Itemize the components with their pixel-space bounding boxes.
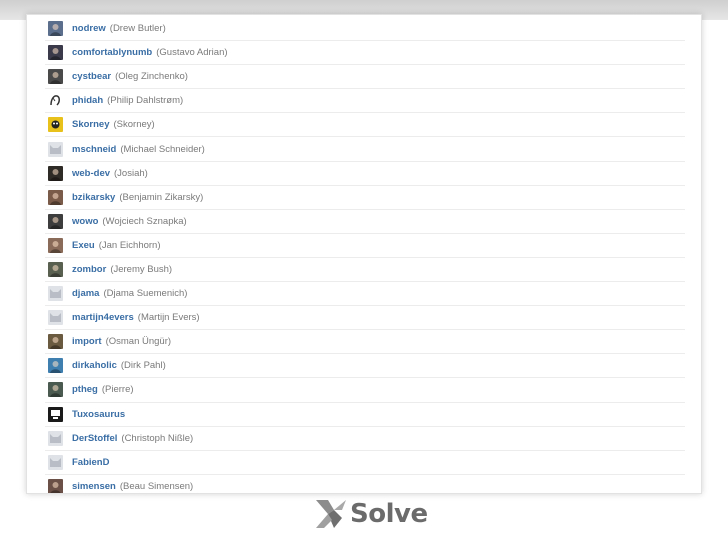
avatar[interactable] bbox=[48, 286, 63, 302]
real-name: (Dirk Pahl) bbox=[120, 360, 166, 372]
avatar[interactable] bbox=[48, 454, 63, 470]
real-name: (Beau Simensen) bbox=[119, 480, 194, 492]
username-link[interactable]: simensen bbox=[72, 481, 116, 492]
real-name: (Djama Suemenich) bbox=[103, 288, 188, 300]
username-link[interactable]: cystbear bbox=[72, 71, 111, 82]
username-link[interactable]: Skorney bbox=[72, 119, 110, 130]
user-row: DerStoffel (Christoph Nißle) bbox=[45, 427, 685, 451]
solve-logo-text: Solve bbox=[350, 499, 428, 529]
avatar[interactable] bbox=[48, 189, 63, 205]
avatar[interactable] bbox=[48, 141, 63, 157]
real-name: (Gustavo Adrian) bbox=[156, 47, 228, 59]
username-link[interactable]: DerStoffel bbox=[72, 433, 117, 444]
real-name: (Wojciech Sznapka) bbox=[102, 215, 187, 227]
username-link[interactable]: web-dev bbox=[72, 168, 110, 179]
avatar[interactable] bbox=[48, 21, 63, 37]
username-link[interactable]: bzikarsky bbox=[72, 192, 115, 203]
username-link[interactable]: comfortablynumb bbox=[72, 47, 152, 58]
solve-x-mark-icon bbox=[316, 500, 346, 528]
user-row: wowo (Wojciech Sznapka) bbox=[45, 210, 685, 234]
username-link[interactable]: ptheg bbox=[72, 384, 98, 395]
user-row: Tuxosaurus bbox=[45, 403, 685, 427]
avatar[interactable] bbox=[48, 261, 63, 277]
username-link[interactable]: djama bbox=[72, 288, 99, 299]
real-name: (Christoph Nißle) bbox=[121, 432, 194, 444]
user-row: FabienD bbox=[45, 451, 685, 475]
username-link[interactable]: zombor bbox=[72, 264, 106, 275]
real-name: (Pierre) bbox=[101, 384, 134, 396]
real-name: (Philip Dahlstrøm) bbox=[107, 95, 184, 107]
avatar[interactable] bbox=[48, 358, 63, 374]
username-link[interactable]: FabienD bbox=[72, 457, 109, 468]
username-link[interactable]: Exeu bbox=[72, 240, 95, 251]
avatar[interactable] bbox=[48, 69, 63, 85]
username-link[interactable]: martijn4evers bbox=[72, 312, 134, 323]
avatar[interactable] bbox=[48, 237, 63, 253]
user-row: import (Osman Üngür) bbox=[45, 330, 685, 355]
real-name: (Benjamin Zikarsky) bbox=[119, 191, 204, 203]
user-row: nodrew (Drew Butler) bbox=[45, 17, 685, 42]
real-name: (Osman Üngür) bbox=[105, 336, 172, 348]
real-name: (Michael Schneider) bbox=[120, 143, 205, 155]
real-name: (Oleg Zinchenko) bbox=[115, 71, 188, 83]
username-link[interactable]: phidah bbox=[72, 95, 103, 106]
user-row: simensen (Beau Simensen) bbox=[45, 475, 685, 493]
avatar[interactable] bbox=[48, 382, 63, 398]
real-name: (Skorney) bbox=[113, 119, 155, 131]
real-name: (Jan Eichhorn) bbox=[98, 239, 161, 251]
user-row: comfortablynumb (Gustavo Adrian) bbox=[45, 41, 685, 66]
username-link[interactable]: import bbox=[72, 336, 102, 347]
slide-frame: nodrew (Drew Butler) comfortablynumb (Gusta… bbox=[26, 14, 702, 494]
user-row: bzikarsky (Benjamin Zikarsky) bbox=[45, 186, 685, 210]
real-name: (Martijn Evers) bbox=[137, 312, 200, 324]
avatar[interactable] bbox=[48, 117, 63, 133]
solve-logo: Solve bbox=[314, 496, 428, 532]
avatar[interactable] bbox=[48, 478, 63, 493]
avatar[interactable] bbox=[48, 93, 63, 109]
avatar[interactable] bbox=[48, 334, 63, 350]
username-link[interactable]: wowo bbox=[72, 216, 98, 227]
username-link[interactable]: dirkaholic bbox=[72, 360, 117, 371]
user-row: Exeu (Jan Eichhorn) bbox=[45, 234, 685, 258]
real-name: (Jeremy Bush) bbox=[110, 263, 173, 275]
user-row: zombor (Jeremy Bush) bbox=[45, 258, 685, 283]
user-row: martijn4evers (Martijn Evers) bbox=[45, 306, 685, 331]
avatar[interactable] bbox=[48, 45, 63, 61]
user-row: Skorney (Skorney) bbox=[45, 113, 685, 138]
user-row: phidah (Philip Dahlstrøm) bbox=[45, 89, 685, 114]
avatar[interactable] bbox=[48, 310, 63, 326]
user-row: web-dev (Josiah) bbox=[45, 162, 685, 186]
username-link[interactable]: Tuxosaurus bbox=[72, 409, 125, 420]
real-name: (Drew Butler) bbox=[109, 23, 166, 35]
user-row: cystbear (Oleg Zinchenko) bbox=[45, 65, 685, 90]
user-row: mschneid (Michael Schneider) bbox=[45, 137, 685, 162]
avatar[interactable] bbox=[48, 213, 63, 229]
username-link[interactable]: nodrew bbox=[72, 23, 106, 34]
avatar[interactable] bbox=[48, 165, 63, 181]
username-link[interactable]: mschneid bbox=[72, 144, 116, 155]
avatar[interactable] bbox=[48, 406, 63, 422]
user-list: nodrew (Drew Butler) comfortablynumb (Gusta… bbox=[45, 17, 685, 493]
user-row: ptheg (Pierre) bbox=[45, 378, 685, 403]
real-name: (Josiah) bbox=[114, 167, 148, 179]
user-row: dirkaholic (Dirk Pahl) bbox=[45, 354, 685, 379]
avatar[interactable] bbox=[48, 430, 63, 446]
user-row: djama (Djama Suemenich) bbox=[45, 282, 685, 307]
